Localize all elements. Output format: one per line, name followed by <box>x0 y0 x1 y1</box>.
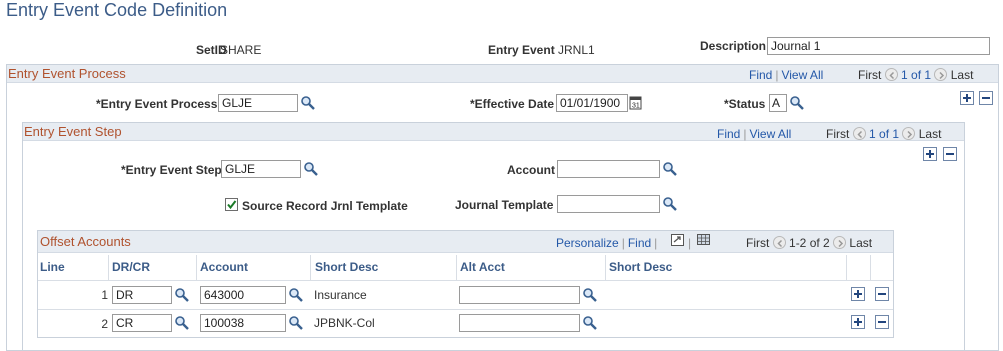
step-nav: Find | View All <box>717 127 792 141</box>
grid-download-icon[interactable] <box>697 234 711 246</box>
account-cell-input[interactable]: 100038 <box>200 314 286 332</box>
process-first-label: First <box>858 68 882 82</box>
drcr-input[interactable]: CR <box>112 314 172 332</box>
process-pager: First 1 of 1 Last <box>858 68 973 82</box>
step-pager: First 1 of 1 Last <box>826 127 941 141</box>
offset-nav: Personalize | Find | <box>556 236 658 250</box>
next-arrow-icon[interactable] <box>833 236 847 249</box>
account-cell-input[interactable]: 643000 <box>200 286 286 304</box>
alt-acct-input[interactable] <box>459 314 580 332</box>
column-header-alt-short-desc: Short Desc <box>609 260 673 274</box>
magnifier-icon[interactable] <box>300 95 316 111</box>
delete-row-button[interactable] <box>875 315 889 329</box>
personalize-link[interactable]: Personalize <box>556 236 619 250</box>
step-range: 1 of 1 <box>869 127 900 141</box>
process-find-link[interactable]: Find <box>749 68 772 82</box>
journal-template-input[interactable] <box>557 195 660 213</box>
column-header-short-desc: Short Desc <box>315 260 379 274</box>
offset-first-label: First <box>746 236 770 250</box>
magnifier-icon[interactable] <box>789 95 805 111</box>
entry-event-label: Entry Event <box>488 43 555 57</box>
account-label: Account <box>507 163 555 177</box>
offset-range: 1-2 of 2 <box>789 236 830 250</box>
previous-arrow-icon[interactable] <box>852 127 866 140</box>
magnifier-icon[interactable] <box>662 161 678 177</box>
next-arrow-icon[interactable] <box>902 127 916 140</box>
entry-event-value: JRNL1 <box>558 43 595 57</box>
entry-event-step-title: Entry Event Step <box>24 124 122 139</box>
delete-process-row-button[interactable] <box>979 91 993 105</box>
row-line-number: 2 <box>101 317 108 331</box>
status-input[interactable]: A <box>769 94 787 112</box>
account-input[interactable] <box>557 160 660 178</box>
alt-acct-input[interactable] <box>459 286 580 304</box>
next-arrow-icon[interactable] <box>934 68 948 81</box>
magnifier-icon[interactable] <box>174 315 190 331</box>
column-header-drcr: DR/CR <box>112 260 150 274</box>
description-label: Description <box>700 39 767 53</box>
process-view-all-link[interactable]: View All <box>781 68 823 82</box>
step-last-label: Last <box>918 127 942 141</box>
entry-event-step-label: *Entry Event Step <box>121 163 222 177</box>
status-label: *Status <box>724 97 766 111</box>
nav-separator: | <box>688 236 692 250</box>
magnifier-icon[interactable] <box>582 315 598 331</box>
entry-event-process-header <box>7 65 998 83</box>
process-nav: Find | View All <box>749 68 824 82</box>
previous-arrow-icon[interactable] <box>772 236 786 249</box>
offset-pager: First 1-2 of 2 Last <box>746 236 872 250</box>
magnifier-icon[interactable] <box>582 287 598 303</box>
entry-event-process-input[interactable]: GLJE <box>218 94 298 112</box>
magnifier-icon[interactable] <box>662 196 678 212</box>
process-last-label: Last <box>950 68 974 82</box>
offset-last-label: Last <box>849 236 873 250</box>
column-header-account: Account <box>200 260 248 274</box>
offset-find-link[interactable]: Find <box>628 236 651 250</box>
add-row-button[interactable] <box>851 287 865 301</box>
magnifier-icon[interactable] <box>303 161 319 177</box>
step-first-label: First <box>826 127 850 141</box>
effective-date-label: *Effective Date <box>470 97 555 111</box>
delete-step-row-button[interactable] <box>943 147 957 161</box>
entry-event-process-label: *Entry Event Process <box>96 97 218 111</box>
process-range: 1 of 1 <box>901 68 932 82</box>
short-desc-cell: Insurance <box>314 288 367 302</box>
source-record-checkbox[interactable] <box>225 198 238 211</box>
column-header-alt-acct: Alt Acct <box>460 260 505 274</box>
entry-event-step-input[interactable]: GLJE <box>221 160 301 178</box>
offset-accounts-title: Offset Accounts <box>40 234 131 249</box>
add-process-row-button[interactable] <box>960 91 974 105</box>
step-find-link[interactable]: Find <box>717 127 740 141</box>
svg-text:31: 31 <box>632 103 640 110</box>
magnifier-icon[interactable] <box>174 287 190 303</box>
entry-event-process-title: Entry Event Process <box>8 66 126 81</box>
setid-value: SHARE <box>220 43 262 57</box>
calendar-icon[interactable]: 31 <box>629 95 643 110</box>
previous-arrow-icon[interactable] <box>884 68 898 81</box>
row-line-number: 1 <box>101 288 108 302</box>
step-view-all-link[interactable]: View All <box>749 127 791 141</box>
source-record-label: Source Record Jrnl Template <box>242 199 408 213</box>
add-step-row-button[interactable] <box>923 147 937 161</box>
add-row-button[interactable] <box>851 315 865 329</box>
entry-event-step-header <box>23 123 964 141</box>
page-title: Entry Event Code Definition <box>6 0 228 20</box>
zoom-icon[interactable] <box>671 234 685 247</box>
journal-template-label: Journal Template <box>455 198 554 212</box>
checkmark-icon <box>227 200 237 210</box>
drcr-input[interactable]: DR <box>112 286 172 304</box>
effective-date-input[interactable]: 01/01/1900 <box>556 94 628 112</box>
column-header-line: Line <box>40 260 65 274</box>
magnifier-icon[interactable] <box>288 315 304 331</box>
magnifier-icon[interactable] <box>288 287 304 303</box>
short-desc-cell: JPBNK-Col <box>314 316 375 330</box>
description-input[interactable]: Journal 1 <box>767 37 990 55</box>
delete-row-button[interactable] <box>875 287 889 301</box>
